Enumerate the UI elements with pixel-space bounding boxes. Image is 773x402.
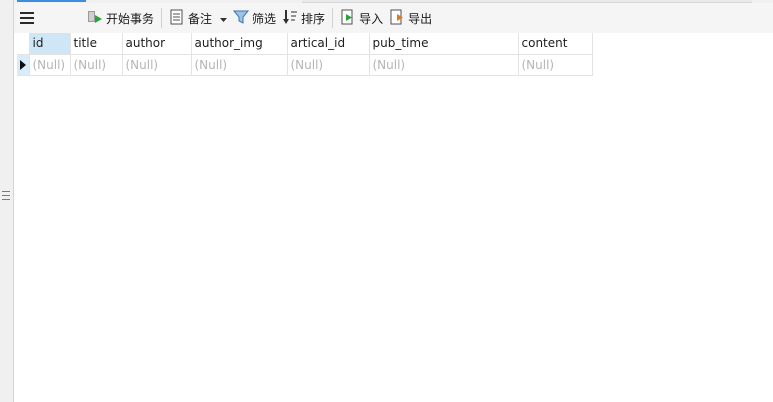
cell-title[interactable]: (Null): [70, 54, 123, 76]
export-label: 导出: [408, 11, 433, 26]
column-header-content[interactable]: content: [518, 33, 593, 55]
cell-author[interactable]: (Null): [122, 54, 192, 76]
cell-artical-id[interactable]: (Null): [287, 54, 370, 76]
row-indicator[interactable]: [17, 54, 30, 76]
data-grid: id title author author_img artical_id pu…: [17, 33, 593, 76]
memo-button[interactable]: 备注: [166, 6, 230, 30]
column-header-artical-id[interactable]: artical_id: [287, 33, 370, 55]
sort-button[interactable]: 排序: [279, 6, 328, 30]
import-icon: [340, 9, 356, 28]
begin-transaction-button[interactable]: 开始事务: [84, 6, 157, 30]
column-header-id[interactable]: id: [29, 33, 71, 55]
menu-button[interactable]: [14, 6, 58, 30]
cell-author-img[interactable]: (Null): [191, 54, 288, 76]
begin-transaction-label: 开始事务: [106, 11, 155, 26]
left-panel-collapsed[interactable]: [0, 0, 14, 402]
column-header-pub-time[interactable]: pub_time: [369, 33, 519, 55]
export-icon: [389, 9, 405, 28]
filter-label: 筛选: [252, 11, 277, 26]
toolbar: 开始事务 备注 筛选 排序 导入 导出: [14, 3, 773, 33]
cell-pub-time[interactable]: (Null): [369, 54, 519, 76]
filter-icon: [232, 9, 250, 28]
export-button[interactable]: 导出: [386, 6, 435, 30]
memo-label: 备注: [188, 11, 213, 26]
import-label: 导入: [359, 11, 384, 26]
toolbar-separator: [161, 8, 163, 28]
column-header-author-img[interactable]: author_img: [191, 33, 288, 55]
menu-icon: [20, 12, 34, 24]
active-tab-indicator[interactable]: [17, 0, 86, 2]
memo-icon: [169, 9, 185, 28]
header-row: id title author author_img artical_id pu…: [17, 33, 593, 55]
sort-label: 排序: [301, 11, 326, 26]
row-pointer-icon: [20, 59, 26, 70]
transaction-icon: [87, 9, 103, 28]
filter-button[interactable]: 筛选: [230, 6, 279, 30]
cell-id[interactable]: (Null): [29, 54, 71, 76]
column-header-title[interactable]: title: [70, 33, 123, 55]
dropdown-arrow-icon[interactable]: [220, 11, 228, 25]
toolbar-separator: [332, 8, 334, 28]
splitter-grip-icon[interactable]: [2, 191, 10, 200]
import-button[interactable]: 导入: [337, 6, 386, 30]
column-header-author[interactable]: author: [122, 33, 192, 55]
grid-corner[interactable]: [17, 33, 30, 55]
sort-icon: [282, 9, 298, 28]
cell-content[interactable]: (Null): [518, 54, 593, 76]
table-row[interactable]: (Null) (Null) (Null) (Null) (Null) (Null…: [17, 54, 593, 76]
